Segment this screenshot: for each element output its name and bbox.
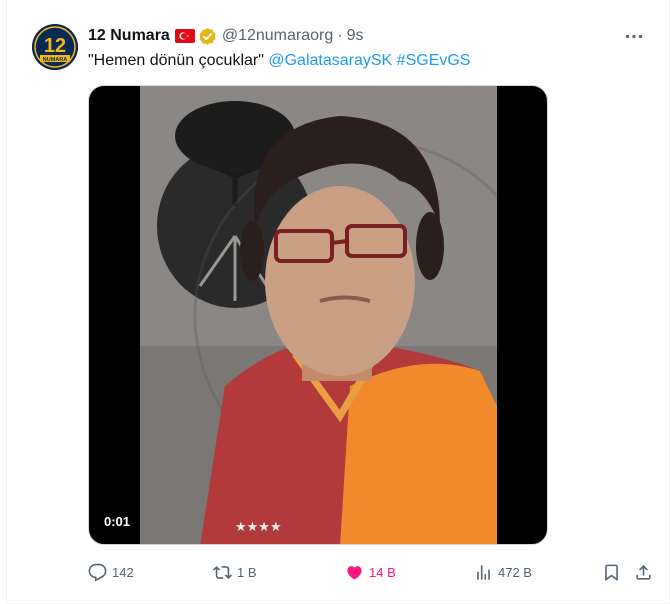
video-thumbnail-image: ★★★★ (140, 86, 497, 544)
views-count: 472 B (498, 564, 532, 580)
retweet-count: 1 B (237, 564, 257, 580)
reply-count: 142 (112, 564, 134, 580)
author-handle[interactable]: @12numaraorg (222, 27, 333, 45)
avatar[interactable]: 12 NUMARA (32, 24, 78, 70)
views-icon (477, 564, 490, 580)
like-icon (347, 565, 362, 580)
views-button[interactable]: 472 B (474, 561, 532, 583)
video-timestamp: 0:01 (98, 511, 137, 532)
tweet-time[interactable]: 9s (347, 27, 364, 45)
twelve-numara-logo: 12 NUMARA (32, 24, 78, 70)
bookmark-icon (605, 564, 618, 581)
bookmark-button[interactable] (602, 561, 626, 583)
svg-text:★★★★: ★★★★ (235, 520, 282, 535)
like-button[interactable]: 14 B (345, 561, 396, 583)
avatar-logo-text: 12 (44, 35, 66, 57)
tweet-card[interactable]: 12 NUMARA 12 Numara @12numaraorg · 9s "H… (6, 0, 670, 604)
mention-link[interactable]: @GalatasaraySK (268, 52, 392, 69)
flag-turkey-icon (174, 29, 195, 43)
retweet-icon (213, 565, 232, 579)
avatar-sub-text: NUMARA (43, 57, 67, 63)
share-icon (636, 564, 651, 580)
hashtag-link[interactable]: #SGEvGS (397, 52, 471, 69)
reply-button[interactable]: 142 (88, 561, 134, 583)
reply-icon (88, 563, 107, 582)
author-name[interactable]: 12 Numara (88, 27, 170, 45)
share-button[interactable] (634, 561, 658, 583)
video-player[interactable]: ★★★★ 0:01 (88, 85, 548, 545)
like-count: 14 B (369, 564, 396, 580)
tweet-text: "Hemen dönün çocuklar" @GalatasaraySK #S… (88, 51, 470, 71)
video-frame: ★★★★ (140, 86, 497, 544)
tweet-header: 12 Numara @12numaraorg · 9s (88, 26, 363, 46)
more-button[interactable] (623, 26, 645, 46)
tweet-quote: "Hemen dönün çocuklar" (88, 52, 264, 69)
action-bar: 142 1 B 14 B 472 B (88, 561, 660, 583)
separator: · (337, 27, 343, 44)
verified-badge-icon[interactable] (198, 27, 217, 46)
retweet-button[interactable]: 1 B (213, 561, 257, 583)
more-icon (625, 34, 643, 38)
